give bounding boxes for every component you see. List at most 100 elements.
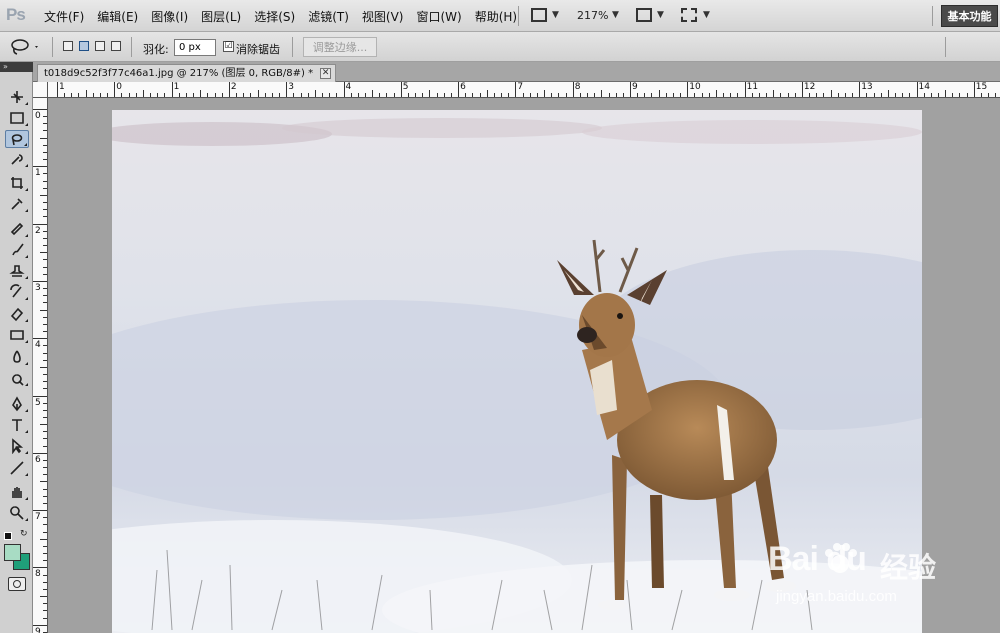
menu-image[interactable]: 图像(I)	[151, 8, 188, 25]
ruler-major-tick	[33, 166, 47, 168]
ruler-minor-tick	[386, 93, 388, 97]
screen-mode-icon[interactable]	[681, 8, 697, 22]
ruler-h-label: 5	[402, 82, 409, 92]
ruler-minor-tick	[221, 93, 223, 97]
ruler-minor-tick	[450, 93, 452, 97]
ruler-minor-tick	[952, 93, 954, 97]
toolbox-collapse-icon[interactable]: »	[0, 62, 33, 72]
intersect-selection-icon[interactable]	[111, 41, 121, 51]
menu-file[interactable]: 文件(F)	[44, 8, 84, 25]
brush-tool-button[interactable]	[5, 241, 29, 259]
zoom-tool-icon	[10, 506, 24, 520]
healing-brush-tool-button[interactable]	[5, 220, 29, 238]
bridge-icon[interactable]	[531, 8, 547, 22]
menu-items: 文件(F) 编辑(E) 图像(I) 图层(L) 选择(S) 滤镜(T) 视图(V…	[44, 0, 530, 32]
dodge-tool-button[interactable]	[5, 369, 29, 387]
ruler-minor-tick	[43, 488, 47, 490]
foreground-color-swatch[interactable]	[4, 544, 21, 561]
ruler-major-tick	[343, 82, 345, 97]
ruler-minor-tick	[773, 90, 775, 97]
ruler-minor-tick	[665, 93, 667, 97]
ruler-major-tick	[33, 452, 47, 454]
line-tool-button[interactable]	[5, 459, 29, 477]
menu-help[interactable]: 帮助(H)	[475, 8, 517, 25]
antialias-checkbox[interactable]: ☑	[223, 41, 234, 52]
path-select-tool-button[interactable]	[5, 437, 29, 455]
move-tool-button[interactable]	[5, 88, 29, 106]
ruler-minor-tick	[329, 93, 331, 97]
workspace-button[interactable]: 基本功能	[941, 5, 998, 27]
swap-colors-icon[interactable]: ↻	[20, 529, 28, 539]
ruler-minor-tick	[415, 93, 417, 97]
horizontal-ruler[interactable]: 1 0 1 2 3 4 5 6 7 8 9 10 11 12 13 14 15	[48, 82, 1000, 98]
ruler-minor-tick	[250, 93, 252, 97]
ruler-minor-tick	[43, 588, 47, 590]
menu-layer[interactable]: 图层(L)	[201, 8, 241, 25]
ruler-minor-tick	[372, 90, 374, 97]
ruler-minor-tick	[236, 93, 238, 97]
type-tool-button[interactable]	[5, 416, 29, 434]
history-brush-tool-button[interactable]	[5, 283, 29, 301]
zoom-tool-button[interactable]	[5, 504, 29, 522]
clone-stamp-tool-icon	[9, 265, 25, 277]
ruler-major-tick	[33, 395, 47, 397]
menu-view[interactable]: 视图(V)	[362, 8, 404, 25]
ruler-h-label: 6	[460, 82, 466, 92]
blur-tool-button[interactable]	[5, 348, 29, 366]
close-tab-button[interactable]: ✕	[320, 68, 332, 79]
gradient-tool-icon	[10, 330, 24, 340]
ruler-minor-tick	[43, 416, 47, 418]
feather-input[interactable]	[174, 39, 216, 56]
ruler-minor-tick	[40, 481, 47, 483]
eraser-tool-button[interactable]	[5, 305, 29, 323]
clone-stamp-tool-button[interactable]	[5, 262, 29, 280]
ruler-minor-tick	[830, 90, 832, 97]
zoom-level[interactable]: 217%	[577, 9, 608, 22]
tool-preset-picker[interactable]	[10, 38, 38, 56]
eyedropper-tool-button[interactable]	[5, 195, 29, 213]
ruler-major-tick	[171, 82, 173, 97]
crop-tool-button[interactable]	[5, 174, 29, 192]
ruler-origin[interactable]	[33, 82, 48, 98]
ruler-major-tick	[33, 109, 47, 110]
ruler-h-label: 13	[861, 82, 873, 92]
ruler-minor-tick	[995, 93, 997, 97]
lasso-icon	[11, 39, 38, 55]
gradient-tool-button[interactable]	[5, 326, 29, 344]
ruler-minor-tick	[43, 531, 47, 533]
hand-tool-button[interactable]	[5, 483, 29, 501]
menu-edit[interactable]: 编辑(E)	[97, 8, 138, 25]
default-colors-icon[interactable]	[4, 532, 12, 540]
ruler-minor-tick	[622, 93, 624, 97]
ruler-minor-tick	[150, 93, 152, 97]
lasso-tool-button[interactable]	[5, 130, 29, 148]
ruler-minor-tick	[43, 302, 47, 304]
menu-filter[interactable]: 滤镜(T)	[308, 8, 349, 25]
chevron-down-icon[interactable]: ▼	[657, 10, 664, 20]
new-selection-icon[interactable]	[63, 41, 73, 51]
ruler-minor-tick	[43, 187, 47, 189]
ruler-minor-tick	[214, 93, 216, 97]
ruler-minor-tick	[43, 574, 47, 576]
add-selection-icon[interactable]	[79, 41, 89, 51]
ruler-minor-tick	[43, 230, 47, 232]
chevron-down-icon[interactable]: ▼	[612, 10, 619, 20]
subtract-selection-icon[interactable]	[95, 41, 105, 51]
ruler-minor-tick	[479, 93, 481, 97]
ruler-minor-tick	[64, 93, 66, 97]
chevron-down-icon[interactable]: ▼	[703, 10, 710, 20]
marquee-tool-button[interactable]	[5, 109, 29, 127]
arrange-icon[interactable]	[636, 8, 652, 22]
chevron-down-icon[interactable]: ▼	[552, 10, 559, 20]
refine-edge-button[interactable]: 调整边缘...	[303, 37, 377, 57]
tool-flyout-indicator	[25, 234, 28, 237]
ruler-major-tick	[33, 624, 47, 626]
vertical-ruler[interactable]: 0 1 2 3 4 5 6 7 8 9	[33, 98, 48, 633]
pen-tool-button[interactable]	[5, 395, 29, 413]
menu-window[interactable]: 窗口(W)	[416, 8, 461, 25]
menu-select[interactable]: 选择(S)	[254, 8, 295, 25]
document-tab[interactable]: t018d9c52f3f77c46a1.jpg @ 217% (图层 0, RG…	[37, 64, 337, 82]
quick-mask-icon[interactable]	[8, 577, 26, 591]
ruler-minor-tick	[823, 93, 825, 97]
quick-select-tool-button[interactable]	[5, 150, 29, 168]
